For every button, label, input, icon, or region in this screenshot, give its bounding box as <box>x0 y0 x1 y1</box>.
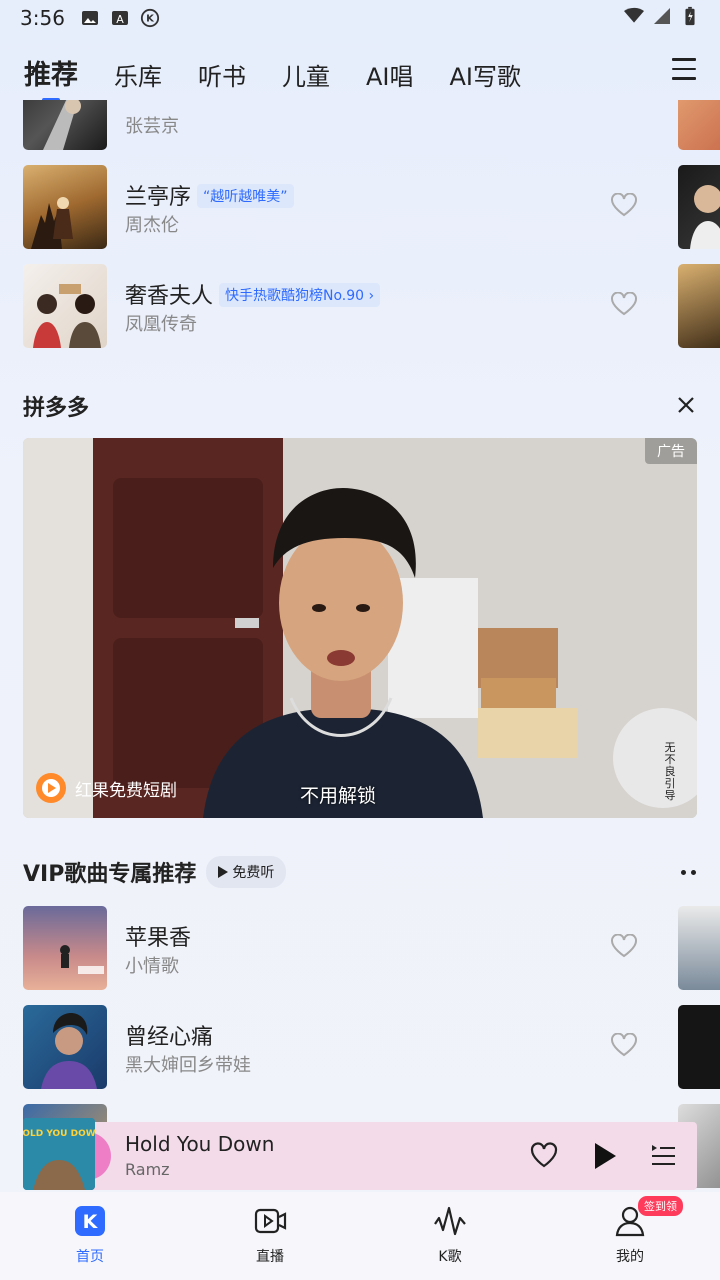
player-song-title: Hold You Down <box>125 1132 275 1156</box>
song-row[interactable]: 奢香夫人 快手热歌酷狗榜No.90 › 凤凰传奇 <box>23 264 720 348</box>
heart-icon[interactable] <box>530 1142 558 1168</box>
ad-brand[interactable]: 红果免费短剧 <box>35 772 177 804</box>
svg-text:K: K <box>83 1211 99 1233</box>
vip-section-title: VIP歌曲专属推荐 <box>23 862 197 887</box>
ad-brand-text: 红果免费短剧 <box>75 780 177 801</box>
tab-audiobooks[interactable]: 听书 <box>198 57 246 92</box>
song-row[interactable]: 张芸京 <box>23 100 720 150</box>
song-artist: 周杰伦 <box>125 215 179 236</box>
svg-text:HOLD YOU DOWN: HOLD YOU DOWN <box>23 1129 95 1139</box>
nav-karaoke-label: K歌 <box>438 1249 462 1265</box>
song-title: 奢香夫人 快手热歌酷狗榜No.90 › <box>125 278 381 310</box>
heart-icon[interactable] <box>611 1033 637 1057</box>
playlist-icon[interactable] <box>650 1142 676 1168</box>
song-artist: 凤凰传奇 <box>125 314 197 335</box>
next-card-cover <box>678 165 720 249</box>
battery-icon <box>685 6 695 26</box>
nav-home[interactable]: K 首页 <box>45 1204 135 1266</box>
play-small-icon <box>218 866 229 878</box>
nav-home-label: 首页 <box>76 1249 104 1265</box>
song-title: 曾经心痛 <box>125 1025 214 1050</box>
tab-kids[interactable]: 儿童 <box>282 57 330 92</box>
live-video-icon <box>254 1208 287 1234</box>
tab-ai-sing[interactable]: AI唱 <box>366 57 414 92</box>
home-k-icon: K <box>75 1206 105 1236</box>
image-icon <box>82 11 98 25</box>
nav-karaoke[interactable]: K歌 <box>405 1204 495 1266</box>
font-a-icon: A <box>112 11 128 26</box>
ad-video-card[interactable]: 广告 红果免费短剧 不用解锁 无不良引导 <box>23 438 697 818</box>
signal-icon <box>654 8 670 24</box>
song-artist: 小情歌 <box>125 956 179 977</box>
ad-video-frame <box>23 438 697 818</box>
album-cover <box>23 1005 107 1089</box>
mini-player[interactable]: HOLD YOU DOWN Hold You Down Ramz <box>23 1118 697 1190</box>
song-artist: 张芸京 <box>125 116 179 137</box>
hongguo-logo-icon <box>36 773 66 803</box>
more-options-icon[interactable] <box>681 870 696 875</box>
ad-badge: 广告 <box>645 438 697 464</box>
song-title: 苹果香 <box>125 926 192 951</box>
player-artist: Ramz <box>125 1160 170 1179</box>
sign-in-badge[interactable]: 签到领 <box>638 1196 683 1216</box>
svg-text:K: K <box>146 14 155 25</box>
ad-section-title: 拼多多 <box>23 396 90 421</box>
play-icon[interactable] <box>593 1142 617 1170</box>
song-artist: 黑大婶回乡带娃 <box>125 1055 251 1076</box>
player-cover[interactable]: HOLD YOU DOWN <box>23 1118 95 1190</box>
close-icon[interactable] <box>676 395 696 415</box>
song-row[interactable]: 苹果香 小情歌 <box>23 906 720 990</box>
ad-side-text: 无不良引导 <box>664 741 676 802</box>
album-cover <box>23 100 107 150</box>
free-listen-button[interactable]: 免费听 <box>206 856 287 888</box>
heart-icon[interactable] <box>611 934 637 958</box>
song-row[interactable]: 兰亭序 “越听越唯美” 周杰伦 <box>23 165 720 249</box>
tab-recommend[interactable]: 推荐 <box>24 53 78 102</box>
nav-live-label: 直播 <box>256 1249 284 1265</box>
vip-section-header: VIP歌曲专属推荐 免费听 <box>23 856 287 888</box>
song-tag[interactable]: “越听越唯美” <box>197 184 294 208</box>
free-listen-label: 免费听 <box>232 865 275 881</box>
bottom-nav: K 首页 直播 K歌 我的 <box>0 1192 720 1280</box>
feed[interactable]: 张芸京 兰亭序 “越听越唯美” 周杰伦 奢香夫人 快手热歌酷狗榜No.90 › 凤凰… <box>0 100 720 1195</box>
album-cover <box>23 906 107 990</box>
song-title: 兰亭序 “越听越唯美” <box>125 179 294 211</box>
heart-icon[interactable] <box>611 292 637 316</box>
heart-icon[interactable] <box>611 193 637 217</box>
tab-ai-write[interactable]: AI写歌 <box>450 57 522 92</box>
song-row[interactable]: 曾经心痛 黑大婶回乡带娃 <box>23 1005 720 1089</box>
hamburger-menu-icon[interactable] <box>672 58 696 80</box>
album-cover <box>23 264 107 348</box>
status-bar: 3:56 A K <box>0 0 720 38</box>
song-tag[interactable]: 快手热歌酷狗榜No.90 › <box>219 283 381 307</box>
status-time: 3:56 <box>20 6 65 30</box>
next-card-cover <box>678 264 720 348</box>
tab-library[interactable]: 乐库 <box>114 57 162 92</box>
kugou-status-icon: K <box>140 8 160 28</box>
nav-live[interactable]: 直播 <box>225 1204 315 1266</box>
wifi-icon <box>624 7 644 23</box>
top-tabs: 推荐 乐库 听书 儿童 AI唱 AI写歌 <box>24 48 557 102</box>
ad-subtitle: 不用解锁 <box>300 785 377 807</box>
nav-profile-label: 我的 <box>616 1249 644 1265</box>
next-card-cover <box>678 100 720 150</box>
next-card-cover <box>678 1005 720 1089</box>
soundwave-icon <box>434 1206 466 1236</box>
svg-text:A: A <box>116 13 124 26</box>
next-card-cover <box>678 906 720 990</box>
album-cover <box>23 165 107 249</box>
